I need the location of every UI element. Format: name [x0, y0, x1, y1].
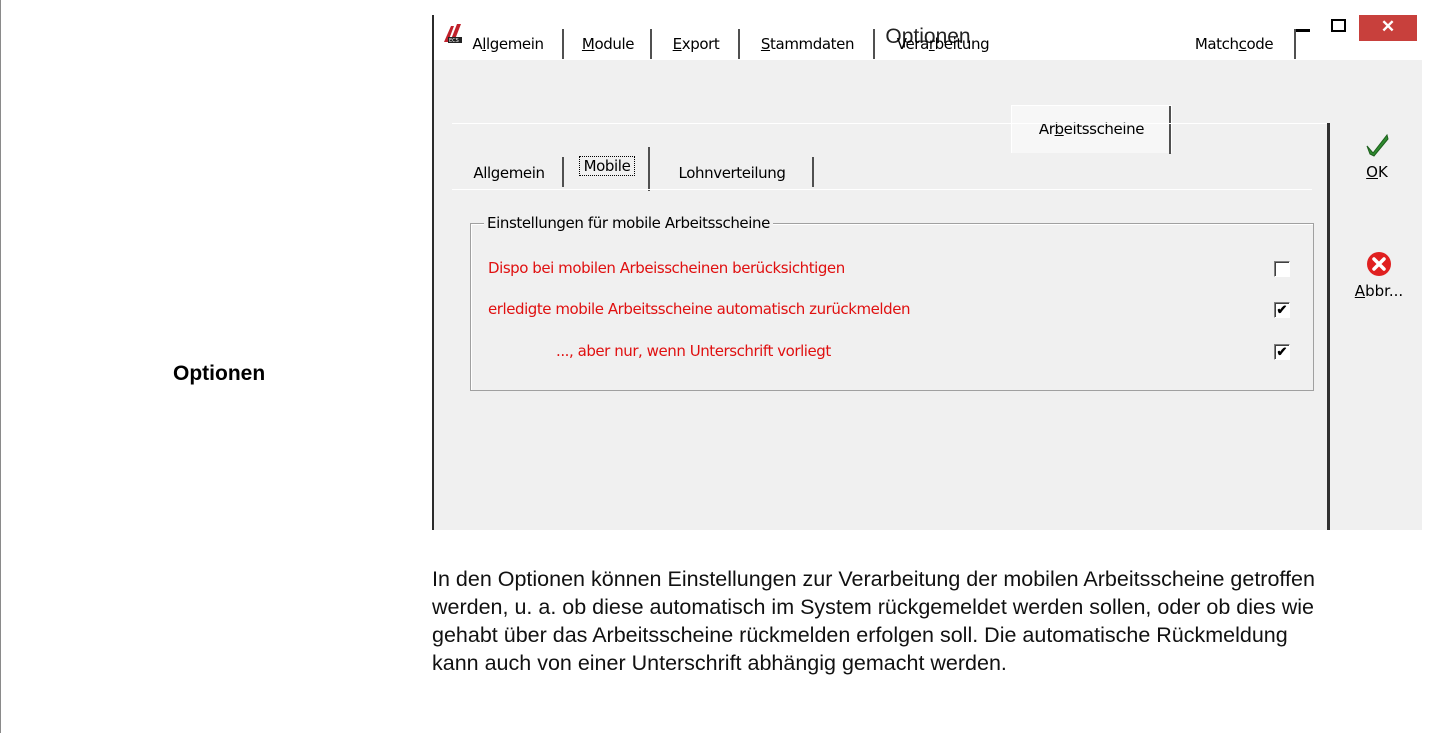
maximize-button[interactable]	[1331, 19, 1346, 32]
tab-module[interactable]: Module	[564, 29, 652, 61]
option-label-dispo: Dispo bei mobilen Arbeisscheinen berücks…	[488, 259, 845, 277]
tab-accesskey: E	[672, 35, 682, 53]
minimize-button[interactable]	[1294, 29, 1310, 32]
tab-stammdaten[interactable]: Stammdaten	[740, 29, 875, 61]
page-left-border	[0, 0, 1, 733]
subtab-mobile[interactable]: Mobile	[564, 147, 650, 191]
cancel-accesskey: A	[1354, 282, 1366, 300]
tab-label: ode	[1246, 35, 1274, 53]
tab-label: odule	[594, 35, 635, 53]
subtab-allgemein[interactable]: Allgemein	[454, 157, 564, 189]
tab-label: tammdaten	[770, 35, 855, 53]
subtab-label: Lohnverteilung	[678, 164, 786, 182]
close-button[interactable]: ✕	[1359, 15, 1417, 41]
group-legend: Einstellungen für mobile Arbeitsscheine	[484, 214, 773, 232]
panel-right-edge	[1327, 123, 1330, 530]
tab-label: beitung	[934, 35, 990, 53]
ok-accesskey: O	[1366, 163, 1378, 181]
option-label-signature: ..., aber nur, wenn Unterschrift vorlieg…	[556, 342, 831, 360]
tab-allgemein[interactable]: Allgemein	[452, 29, 564, 61]
cancel-label: bbr...	[1365, 282, 1404, 300]
subtab-lohnverteilung[interactable]: Lohnverteilung	[650, 157, 814, 189]
checkmark-icon	[1366, 133, 1389, 157]
tab-label: lgemein	[486, 35, 544, 53]
option-label-auto-return: erledigte mobile Arbeitsscheine automati…	[488, 300, 911, 318]
ok-button[interactable]: OK	[1352, 133, 1402, 181]
tab-separator	[812, 157, 814, 187]
tab-label: Vera	[896, 35, 929, 53]
checkbox-dispo[interactable]	[1274, 261, 1290, 277]
red-x-circle-icon	[1367, 252, 1391, 276]
tab-verarbeitung[interactable]: Verarbeitung	[875, 29, 1011, 61]
tab-separator	[1294, 29, 1296, 59]
tab-matchcode[interactable]: Matchcode	[1172, 29, 1296, 61]
ok-label: K	[1377, 163, 1388, 181]
side-heading: Optionen	[173, 362, 266, 385]
tab-label: xport	[681, 35, 720, 53]
window-border	[432, 15, 434, 530]
tab-label: A	[472, 35, 483, 53]
checkbox-auto-return[interactable]: ✔	[1274, 302, 1290, 318]
tab-export[interactable]: Export	[652, 29, 740, 61]
subtab-label: Allgemein	[473, 164, 545, 182]
tab-accesskey: M	[581, 35, 595, 53]
tab-accesskey: S	[760, 35, 771, 53]
description-text: In den Optionen können Einstellungen zur…	[432, 567, 1315, 675]
subtab-label: Mobile	[578, 156, 636, 176]
tab-label: Match	[1194, 35, 1239, 53]
checkbox-signature[interactable]: ✔	[1274, 344, 1290, 360]
options-dialog: ECS Optionen ✕ Allgemein Module Export S…	[432, 15, 1422, 530]
cancel-button[interactable]: Abbr...	[1346, 250, 1412, 300]
